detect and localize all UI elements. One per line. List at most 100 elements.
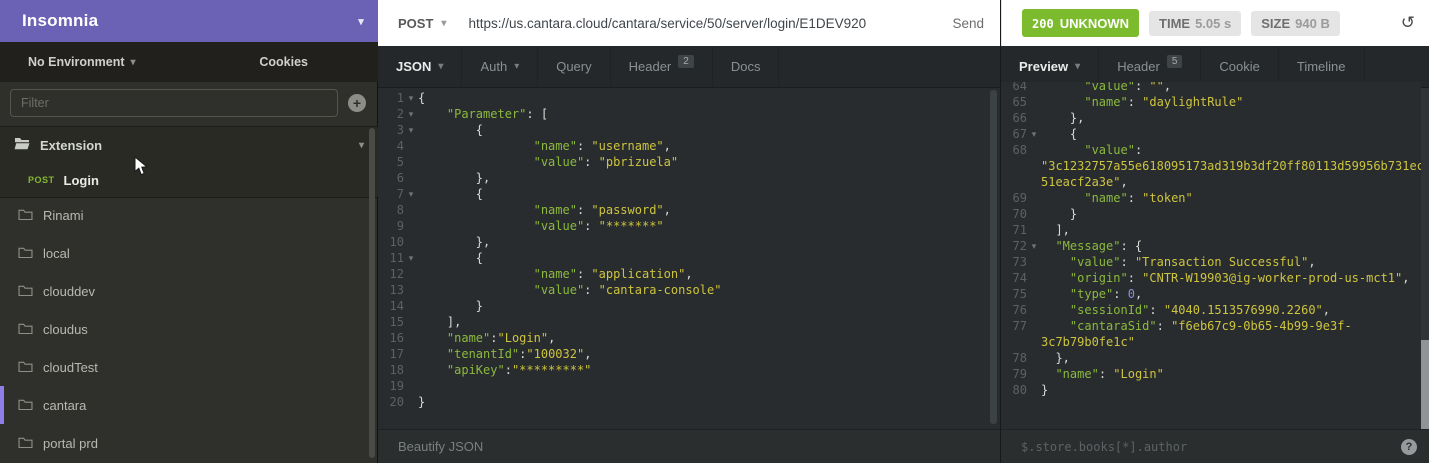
code-line: 15 ],: [378, 314, 1000, 330]
code-line: 14 }: [378, 298, 1000, 314]
code-line: 12 "name": "application",: [378, 266, 1000, 282]
tab-count-badge: 2: [678, 55, 694, 68]
code-line: 77 "cantaraSid": "f6eb67c9-0b65-4b99-9e3…: [1001, 318, 1421, 334]
folder-icon: [18, 436, 33, 451]
code-line: 1▾{: [378, 90, 1000, 106]
help-icon[interactable]: ?: [1401, 439, 1417, 455]
response-history-icon[interactable]: ↺: [1401, 13, 1415, 33]
sidebar-request-login[interactable]: POST Login: [0, 163, 378, 197]
sidebar: Insomnia ▾ No Environment ▾ Cookies + Ex…: [0, 0, 378, 463]
code-line: 73 "value": "Transaction Successful",: [1001, 254, 1421, 270]
tab-header[interactable]: Header 2: [611, 46, 713, 87]
insomnia-app: Insomnia ▾ No Environment ▾ Cookies + Ex…: [0, 0, 1429, 463]
response-filter-input[interactable]: $.store.books[*].author: [1021, 440, 1187, 454]
send-button[interactable]: Send: [952, 16, 984, 31]
sidebar-folder-local[interactable]: local: [0, 234, 378, 272]
method-label: POST: [398, 16, 433, 31]
code-line: 2▾ "Parameter": [: [378, 106, 1000, 122]
sidebar-folder-list: Rinami local clouddev cloudus cloudTest …: [0, 196, 378, 462]
sidebar-scrollbar[interactable]: [369, 128, 375, 458]
tab-cookie[interactable]: Cookie: [1201, 46, 1278, 87]
tab-label: Timeline: [1297, 59, 1346, 74]
workspace-section: Extension ▾ POST Login: [0, 126, 378, 198]
code-line: 10 },: [378, 234, 1000, 250]
response-meta-bar: 200 UNKNOWN TIME 5.05 s SIZE 940 B ↺: [1001, 0, 1429, 46]
environment-label: No Environment: [28, 55, 125, 69]
time-badge: TIME 5.05 s: [1149, 11, 1241, 36]
chevron-down-icon: ▾: [514, 61, 519, 72]
chevron-down-icon: ▾: [441, 18, 446, 29]
sidebar-folder-clouddev[interactable]: clouddev: [0, 272, 378, 310]
url-input[interactable]: https://us.cantara.cloud/cantara/service…: [468, 16, 866, 31]
workspace-dropdown[interactable]: Insomnia ▾: [0, 0, 378, 42]
chevron-down-icon: ▾: [359, 140, 364, 151]
request-panel: POST ▾ https://us.cantara.cloud/cantara/…: [378, 0, 1000, 463]
sidebar-folder-cantara[interactable]: cantara: [0, 386, 378, 424]
editor-footer: Beautify JSON: [378, 429, 1000, 463]
tab-docs[interactable]: Docs: [713, 46, 780, 87]
sidebar-folder-portal-prd[interactable]: portal prd: [0, 424, 378, 462]
code-line: 72▾ "Message": {: [1001, 238, 1421, 254]
url-bar: POST ▾ https://us.cantara.cloud/cantara/…: [378, 0, 1000, 46]
filter-input[interactable]: [10, 89, 338, 117]
folder-icon: [18, 284, 33, 299]
chevron-down-icon: ▾: [131, 57, 136, 68]
sidebar-folder-extension[interactable]: Extension ▾: [0, 127, 378, 163]
folder-open-icon: [14, 137, 30, 153]
code-line: 9 "value": "*******": [378, 218, 1000, 234]
folder-icon: [18, 322, 33, 337]
code-line: 76 "sessionId": "4040.1513576990.2260",: [1001, 302, 1421, 318]
method-dropdown[interactable]: POST ▾: [398, 16, 446, 31]
environment-bar: No Environment ▾ Cookies: [0, 42, 378, 82]
request-tabbar: JSON▾Auth▾QueryHeader2Docs: [378, 46, 1000, 88]
environment-selector[interactable]: No Environment ▾: [28, 55, 136, 69]
tab-label: Cookie: [1219, 59, 1259, 74]
editor-scrollbar[interactable]: [990, 90, 997, 424]
code-line: 67▾ {: [1001, 126, 1421, 142]
tab-label: Docs: [731, 59, 761, 74]
code-line: 7▾ {: [378, 186, 1000, 202]
code-line: 79 "name": "Login": [1001, 366, 1421, 382]
tab-auth[interactable]: Auth▾: [462, 46, 538, 87]
response-scrollbar-thumb[interactable]: [1421, 340, 1429, 432]
beautify-json-button[interactable]: Beautify JSON: [398, 439, 483, 454]
code-line: 3c7b79b0fe1c": [1001, 334, 1421, 350]
tab-preview[interactable]: Preview▾: [1001, 46, 1099, 87]
tab-timeline[interactable]: Timeline: [1279, 46, 1365, 87]
status-text: UNKNOWN: [1060, 16, 1129, 31]
tab-label: Header: [1117, 59, 1160, 74]
code-line: 80}: [1001, 382, 1421, 398]
sidebar-folder-cloudtest[interactable]: cloudTest: [0, 348, 378, 386]
tab-json[interactable]: JSON▾: [378, 46, 462, 87]
code-line: 51eacf2a3e",: [1001, 174, 1421, 190]
code-line: 69 "name": "token": [1001, 190, 1421, 206]
code-line: 66 },: [1001, 110, 1421, 126]
sidebar-folder-rinami[interactable]: Rinami: [0, 196, 378, 234]
response-json-code: 64 "value": "",65 "name": "daylightRule"…: [1001, 82, 1421, 398]
code-line: 68 "value":: [1001, 142, 1421, 158]
sidebar-folder-cloudus[interactable]: cloudus: [0, 310, 378, 348]
tab-count-badge: 5: [1167, 55, 1183, 68]
code-line: 75 "type": 0,: [1001, 286, 1421, 302]
tab-label: Header: [629, 59, 672, 74]
code-line: 8 "name": "password",: [378, 202, 1000, 218]
tab-query[interactable]: Query: [538, 46, 610, 87]
code-line: 6 },: [378, 170, 1000, 186]
add-request-button[interactable]: +: [348, 94, 366, 112]
chevron-down-icon: ▾: [358, 15, 364, 28]
code-line: 18 "apiKey":"*********": [378, 362, 1000, 378]
status-code: 200: [1032, 14, 1054, 32]
status-badge: 200 UNKNOWN: [1022, 9, 1139, 37]
code-line: 13 "value": "cantara-console": [378, 282, 1000, 298]
response-panel: 200 UNKNOWN TIME 5.05 s SIZE 940 B ↺ Pre…: [1001, 0, 1429, 463]
response-body-viewer[interactable]: 64 "value": "",65 "name": "daylightRule"…: [1001, 82, 1421, 429]
cookies-button[interactable]: Cookies: [259, 55, 308, 69]
tab-header[interactable]: Header 5: [1099, 46, 1201, 87]
code-line: 11▾ {: [378, 250, 1000, 266]
request-name: Login: [64, 173, 99, 188]
folder-icon: [18, 360, 33, 375]
tab-label: JSON: [396, 59, 431, 74]
request-body-editor[interactable]: 1▾{2▾ "Parameter": [3▾ {4 "name": "usern…: [378, 88, 1000, 429]
folder-icon: [18, 246, 33, 261]
code-line: "3c1232757a55e618095173ad319b3df20ff8011…: [1001, 158, 1421, 174]
